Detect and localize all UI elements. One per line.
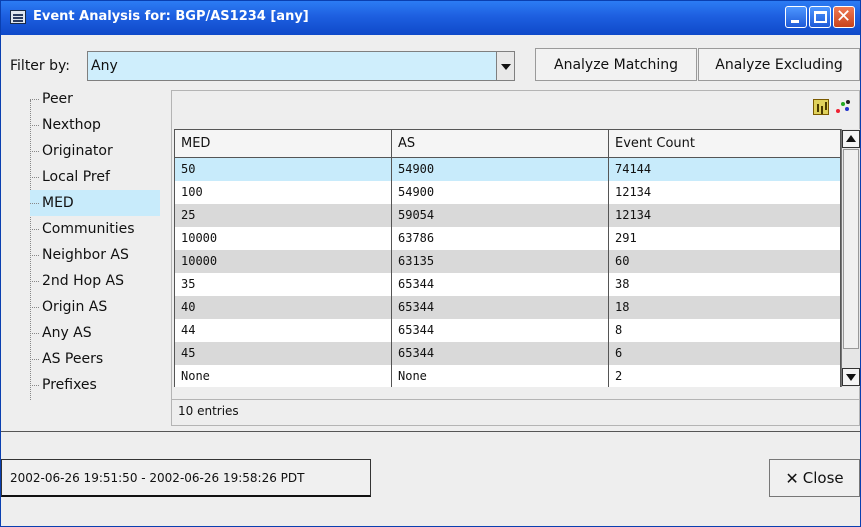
as-cell: 65344 [391,295,609,319]
event-count-cell: 2 [608,364,841,387]
title-bar[interactable]: Event Analysis for: BGP/AS1234 [any] ✕ [1,1,860,35]
scatter-dot [841,102,845,106]
tree-item-originator[interactable]: Originator [30,138,160,164]
event-count-cell: 74144 [608,157,841,181]
close-x-icon: ✕ [785,468,799,488]
as-cell: 65344 [391,318,609,342]
tree-item-prefixes[interactable]: Prefixes [30,372,160,398]
window-app-icon [10,10,26,24]
as-cell: 54900 [391,180,609,204]
tree-item-communities[interactable]: Communities [30,216,160,242]
table-row[interactable]: 35 65344 38 [174,272,841,296]
event-count-cell: 60 [608,249,841,273]
med-cell: 10000 [174,249,392,273]
scroll-down-arrow-icon[interactable] [842,368,860,386]
close-icon: ✕ [836,6,852,27]
as-cell: 59054 [391,203,609,227]
scatter-dot [845,107,849,111]
event-count-cell: 12134 [608,180,841,204]
tree-item-nexthop[interactable]: Nexthop [30,112,160,138]
filter-label: Filter by: [10,58,70,74]
tree-item-2nd-hop-as[interactable]: 2nd Hop AS [30,268,160,294]
tree-item-med[interactable]: MED [30,190,160,216]
filter-dropdown[interactable]: Any [87,51,515,81]
table-row[interactable]: None None 2 [174,364,841,387]
table-row[interactable]: 45 65344 6 [174,341,841,365]
as-cell: 65344 [391,272,609,296]
tree-item-as-peers[interactable]: AS Peers [30,346,160,372]
divider [1,431,860,432]
event-analysis-window: Event Analysis for: BGP/AS1234 [any] ✕ F… [0,0,861,527]
analyze-excluding-button[interactable]: Analyze Excluding [698,48,860,81]
table-row[interactable]: 25 59054 12134 [174,203,841,227]
med-cell: 100 [174,180,392,204]
med-cell: 40 [174,295,392,319]
time-range-button[interactable]: 2002-06-26 19:51:50 - 2002-06-26 19:58:2… [1,459,371,497]
window-close-button[interactable]: ✕ [833,6,855,28]
minimize-icon [791,20,799,23]
as-cell: 63135 [391,249,609,273]
vertical-scrollbar[interactable] [841,129,860,387]
bar-chart-icon[interactable] [813,99,829,115]
scatter-plot-icon[interactable] [835,99,851,115]
minimize-button[interactable] [785,6,807,28]
event-count-cell: 6 [608,341,841,365]
table-row[interactable]: 40 65344 18 [174,295,841,319]
window-title: Event Analysis for: BGP/AS1234 [any] [33,9,309,24]
scatter-dot [836,109,840,113]
attribute-tree: Peer Nexthop Originator Local Pref MED Commun… [14,84,160,427]
table-row[interactable]: 10000 63786 291 [174,226,841,250]
as-cell: None [391,364,609,387]
med-cell: 35 [174,272,392,296]
results-table: MED AS Event Count 50 54900 74144 100 54900 1… [174,129,860,387]
table-row[interactable]: 50 54900 74144 [174,157,841,181]
column-header-med[interactable]: MED [174,129,392,158]
med-cell: None [174,364,392,387]
event-count-cell: 8 [608,318,841,342]
tree-item-origin-as[interactable]: Origin AS [30,294,160,320]
column-header-as[interactable]: AS [391,129,609,158]
filter-selected-value: Any [91,58,118,74]
column-header-event-count[interactable]: Event Count [608,129,841,158]
close-button[interactable]: ✕ Close [769,459,860,497]
tree-item-neighbor-as[interactable]: Neighbor AS [30,242,160,268]
med-cell: 10000 [174,226,392,250]
event-count-cell: 12134 [608,203,841,227]
event-count-cell: 291 [608,226,841,250]
scatter-dot [846,100,850,104]
scroll-up-arrow-icon[interactable] [842,130,860,148]
med-cell: 45 [174,341,392,365]
med-cell: 44 [174,318,392,342]
event-count-cell: 38 [608,272,841,296]
maximize-icon [814,11,827,23]
maximize-button[interactable] [809,6,831,28]
tree-item-any-as[interactable]: Any AS [30,320,160,346]
close-button-label: Close [802,469,844,487]
as-cell: 65344 [391,341,609,365]
table-row[interactable]: 100 54900 12134 [174,180,841,204]
analyze-matching-button[interactable]: Analyze Matching [535,48,697,81]
entries-count: 10 entries [172,399,859,423]
table-header-row: MED AS Event Count [174,129,841,158]
tree-item-local-pref[interactable]: Local Pref [30,164,160,190]
chevron-down-icon[interactable] [496,52,514,80]
table-row[interactable]: 10000 63135 60 [174,249,841,273]
scrollbar-thumb[interactable] [843,149,859,349]
as-cell: 63786 [391,226,609,250]
as-cell: 54900 [391,157,609,181]
table-row[interactable]: 44 65344 8 [174,318,841,342]
med-cell: 50 [174,157,392,181]
results-panel: MED AS Event Count 50 54900 74144 100 54900 1… [171,90,860,426]
med-cell: 25 [174,203,392,227]
event-count-cell: 18 [608,295,841,319]
tree-item-peer[interactable]: Peer [30,86,160,112]
